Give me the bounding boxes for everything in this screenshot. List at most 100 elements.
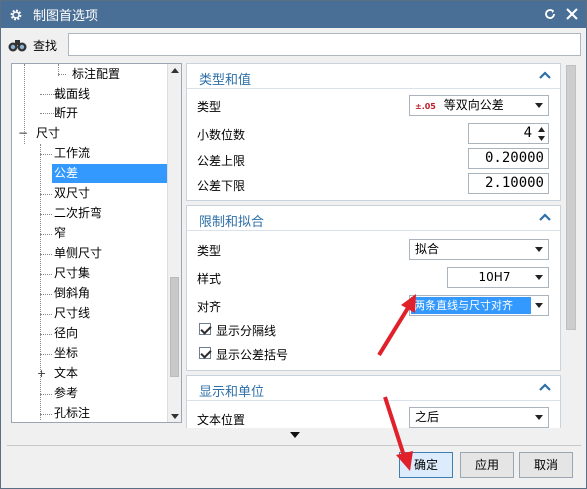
chevron-down-icon (535, 275, 543, 280)
align-select[interactable]: 两条直线与尺寸对齐 (409, 295, 549, 316)
settings-scrollbar[interactable] (564, 63, 578, 428)
upper-limit-input[interactable]: 0.20000 (468, 148, 549, 169)
text-position-value: 之后 (415, 410, 440, 424)
style-label: 样式 (197, 272, 222, 286)
tree-item-one-sided[interactable]: 单侧尺寸 (54, 244, 102, 263)
tree-item-dimension-config[interactable]: 标注配置 (72, 65, 120, 84)
lower-limit-value: 2.10000 (484, 175, 544, 191)
search-label: 查找 (33, 38, 58, 53)
preference-tree: 标注配置 截面线 断开 − 尺寸 工作流 公差 双尺寸 二次折弯 窄 单侧尺寸 … (11, 63, 182, 423)
fit-style-select[interactable]: 10H7 (447, 267, 549, 288)
tree-connector (40, 414, 52, 415)
chevron-down-icon (535, 247, 543, 252)
tree-item-dual-dimension[interactable]: 双尺寸 (54, 184, 90, 203)
decimals-label: 小数位数 (197, 128, 246, 142)
tree-connector (40, 394, 52, 395)
apply-button[interactable]: 应用 (460, 452, 514, 478)
tree-connector (40, 94, 54, 95)
tree-connector (40, 214, 52, 215)
tree-item-dimension-line[interactable]: 尺寸线 (54, 304, 90, 323)
tree-scrollbar[interactable] (167, 64, 181, 422)
show-separator-checkbox[interactable] (199, 323, 211, 335)
tree-connector (40, 254, 52, 255)
tree-connector (58, 74, 66, 75)
divider (7, 445, 581, 446)
tree-connector (40, 113, 54, 114)
align-label: 对齐 (197, 300, 222, 314)
tree-item-dimension[interactable]: 尺寸 (36, 124, 60, 143)
type-label: 类型 (197, 100, 222, 114)
binoculars-icon (8, 40, 27, 52)
spin-arrows-icon[interactable] (537, 125, 546, 143)
tree-connector (40, 154, 52, 155)
tree-item-workflow[interactable]: 工作流 (54, 144, 90, 163)
tree-connector (40, 354, 52, 355)
tree-scrollbar-thumb[interactable] (170, 277, 179, 377)
tree-item-reference[interactable]: 参考 (54, 384, 78, 403)
tree-item-radial[interactable]: 径向 (54, 324, 78, 343)
dialog-window: 制图首选项 查找 标注配置 截面线 断开 − 尺寸 工作流 公差 双尺寸 二次折… (0, 0, 587, 489)
scroll-down-icon[interactable] (171, 414, 179, 420)
expand-more-icon[interactable] (290, 432, 300, 439)
tree-item-break[interactable]: 断开 (54, 104, 78, 123)
tree-connector (40, 194, 52, 195)
chevron-up-icon[interactable] (539, 212, 551, 222)
settings-scrollbar-thumb[interactable] (566, 65, 576, 330)
lower-limit-label: 公差下限 (197, 179, 246, 193)
section-title: 类型和值 (199, 73, 252, 88)
tree-expand-icon[interactable]: + (37, 364, 46, 383)
tree-collapse-icon[interactable]: − (18, 124, 28, 143)
show-separator-label: 显示分隔线 (216, 324, 277, 338)
tree-item-dimension-set[interactable]: 尺寸集 (54, 264, 90, 283)
title-bar: 制图首选项 (1, 1, 586, 28)
tree-item-text[interactable]: 文本 (54, 364, 78, 383)
tree-connector (40, 314, 52, 315)
search-input[interactable] (68, 33, 581, 56)
cancel-button[interactable]: 取消 (519, 452, 573, 478)
more-options-bar[interactable] (7, 429, 581, 443)
upper-limit-value: 0.20000 (484, 150, 544, 166)
chevron-down-icon (535, 415, 543, 420)
display-units-section: 显示和单位 文本位置 之后 (186, 375, 561, 428)
tree-item-chamfer[interactable]: 倒斜角 (54, 284, 90, 303)
tree-item-narrow[interactable]: 窄 (54, 224, 66, 243)
chevron-down-icon (535, 303, 543, 308)
gear-icon (10, 9, 22, 20)
decimals-value: 4 (523, 125, 532, 141)
search-row: 查找 (7, 32, 581, 58)
tree-connector (40, 334, 52, 335)
search-label-group: 查找 (7, 37, 67, 54)
tolerance-type-select[interactable]: ±.05 等双向公差 (409, 95, 549, 116)
chevron-up-icon[interactable] (539, 70, 551, 80)
ok-button[interactable]: 确定 (399, 452, 453, 478)
tree-connector (40, 294, 52, 295)
fit-style-value: 10H7 (478, 270, 511, 284)
type-value-header[interactable]: 类型和值 (187, 64, 560, 89)
lower-limit-input[interactable]: 2.10000 (468, 173, 549, 194)
tree-item-ordinate[interactable]: 坐标 (54, 344, 78, 363)
settings-panel-area: 类型和值 类型 ±.05 等双向公差 小数位数 4 公差上限 0.20000 公… (186, 63, 579, 428)
tree-item-section-line[interactable]: 截面线 (54, 85, 90, 104)
reset-icon[interactable] (542, 6, 558, 22)
upper-limit-label: 公差上限 (197, 154, 246, 168)
tree-item-tolerance[interactable]: 公差 (52, 164, 168, 183)
fit-type-value: 拟合 (415, 242, 440, 256)
display-units-header[interactable]: 显示和单位 (187, 376, 560, 401)
limits-fits-header[interactable]: 限制和拟合 (187, 206, 560, 231)
tolerance-type-icon: ±.05 (415, 102, 436, 111)
fit-type-label: 类型 (197, 244, 222, 258)
tree-item-secondary-bend[interactable]: 二次折弯 (54, 204, 102, 223)
show-brackets-label: 显示公差括号 (216, 348, 289, 362)
fit-type-select[interactable]: 拟合 (409, 239, 549, 260)
text-position-select[interactable]: 之后 (409, 407, 549, 428)
close-icon[interactable] (564, 6, 580, 22)
show-brackets-checkbox[interactable] (199, 347, 211, 359)
scroll-up-icon[interactable] (171, 67, 179, 73)
type-value-section: 类型和值 类型 ±.05 等双向公差 小数位数 4 公差上限 0.20000 公… (186, 63, 561, 201)
section-title: 显示和单位 (199, 385, 265, 400)
tree-item-hole-callout[interactable]: 孔标注 (54, 404, 90, 422)
section-title: 限制和拟合 (199, 215, 265, 230)
tree-connector (40, 234, 52, 235)
chevron-up-icon[interactable] (539, 382, 551, 392)
decimals-stepper[interactable]: 4 (468, 123, 549, 144)
